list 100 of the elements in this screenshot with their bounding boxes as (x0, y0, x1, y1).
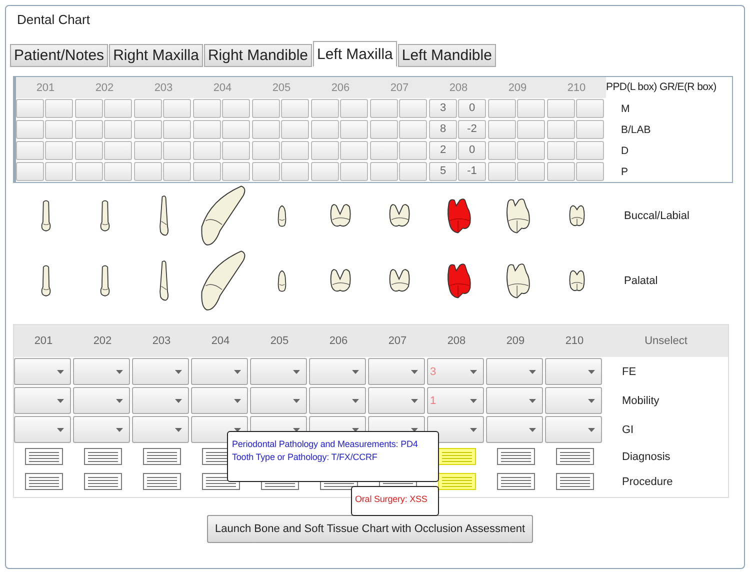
measurement-box[interactable] (134, 141, 162, 160)
measurement-box[interactable] (488, 120, 516, 139)
measurement-box[interactable] (45, 120, 73, 139)
measurement-box[interactable] (104, 141, 132, 160)
measurement-box[interactable]: -2 (458, 120, 486, 139)
measurement-box[interactable] (75, 141, 103, 160)
measurement-box[interactable] (576, 162, 604, 181)
measurement-box[interactable]: 3 (429, 99, 457, 118)
tooth-drawing[interactable] (504, 262, 532, 300)
measurement-box[interactable] (370, 99, 398, 118)
tooth-drawing[interactable] (566, 202, 586, 228)
measurement-box[interactable] (488, 99, 516, 118)
measurement-box[interactable] (75, 162, 103, 181)
tooth-drawing[interactable] (328, 266, 354, 294)
tooth-number[interactable]: 206 (309, 335, 368, 347)
measurement-box[interactable] (16, 162, 44, 181)
measurement-box[interactable] (311, 99, 339, 118)
measurement-box[interactable] (488, 141, 516, 160)
measurement-box[interactable] (163, 141, 191, 160)
measurement-box[interactable] (576, 141, 604, 160)
tooth-number[interactable]: 209 (486, 335, 545, 347)
measurement-box[interactable] (16, 99, 44, 118)
measurement-box[interactable] (252, 162, 280, 181)
measurement-box[interactable] (517, 99, 545, 118)
measurement-box[interactable] (163, 162, 191, 181)
tooth-drawing[interactable] (276, 268, 288, 294)
measurement-box[interactable] (281, 120, 309, 139)
measurement-box[interactable] (311, 141, 339, 160)
measurement-box[interactable] (340, 120, 368, 139)
tab[interactable]: Left Mandible (398, 44, 496, 67)
measurement-box[interactable] (517, 141, 545, 160)
measurement-box[interactable] (281, 162, 309, 181)
measurement-box[interactable] (547, 162, 575, 181)
measurement-box[interactable] (340, 99, 368, 118)
measurement-box[interactable] (281, 99, 309, 118)
measurement-box[interactable]: 2 (429, 141, 457, 160)
measurement-box[interactable] (222, 162, 250, 181)
tooth-number[interactable]: 208 (427, 335, 486, 347)
tooth-number[interactable]: 203 (132, 335, 191, 347)
measurement-box[interactable]: 5 (429, 162, 457, 181)
measurement-box[interactable] (163, 99, 191, 118)
measurement-box[interactable]: -1 (458, 162, 486, 181)
tab[interactable]: Left Maxilla (313, 41, 397, 67)
measurement-box[interactable] (281, 141, 309, 160)
measurement-box[interactable] (340, 162, 368, 181)
tooth-drawing[interactable] (328, 202, 354, 230)
measurement-box[interactable] (311, 120, 339, 139)
tooth-number[interactable]: 205 (250, 335, 309, 347)
measurement-box[interactable] (222, 141, 250, 160)
measurement-box[interactable] (370, 141, 398, 160)
measurement-box[interactable] (340, 141, 368, 160)
tab[interactable]: Right Maxilla (109, 44, 203, 67)
tooth-number[interactable]: 204 (191, 335, 250, 347)
launch-button[interactable]: Launch Bone and Soft Tissue Chart with Occlusion Assessment (207, 515, 533, 543)
measurement-box[interactable] (193, 99, 221, 118)
tooth-number[interactable]: 202 (73, 335, 132, 347)
measurement-box[interactable] (517, 120, 545, 139)
measurement-box[interactable] (16, 141, 44, 160)
measurement-box[interactable] (193, 120, 221, 139)
measurement-box[interactable] (399, 162, 427, 181)
measurement-box[interactable] (399, 141, 427, 160)
measurement-box[interactable] (488, 162, 516, 181)
measurement-box[interactable]: 8 (429, 120, 457, 139)
unselect-link[interactable]: Unselect (604, 335, 728, 347)
measurement-box[interactable] (399, 99, 427, 118)
tooth-number[interactable]: 210 (545, 335, 604, 347)
measurement-box[interactable] (45, 162, 73, 181)
measurement-box[interactable] (222, 120, 250, 139)
measurement-box[interactable] (163, 120, 191, 139)
measurement-box[interactable] (576, 99, 604, 118)
measurement-box[interactable] (252, 141, 280, 160)
measurement-box[interactable] (222, 99, 250, 118)
measurement-box[interactable] (370, 162, 398, 181)
measurement-box[interactable] (576, 120, 604, 139)
tooth-drawing[interactable] (444, 262, 472, 300)
measurement-box[interactable] (75, 99, 103, 118)
measurement-box[interactable] (193, 162, 221, 181)
tooth-number[interactable]: 201 (14, 335, 73, 347)
measurement-box[interactable] (517, 162, 545, 181)
tooth-drawing[interactable] (386, 202, 412, 230)
measurement-box[interactable] (75, 120, 103, 139)
measurement-box[interactable] (134, 99, 162, 118)
measurement-box[interactable] (370, 120, 398, 139)
measurement-box[interactable]: 0 (458, 141, 486, 160)
tab[interactable]: Patient/Notes (10, 44, 108, 67)
measurement-box[interactable] (252, 120, 280, 139)
tooth-drawing[interactable] (504, 196, 532, 234)
tooth-number[interactable]: 207 (368, 335, 427, 347)
measurement-box[interactable] (134, 120, 162, 139)
tooth-drawing[interactable] (566, 268, 586, 294)
tooth-drawing[interactable] (276, 202, 288, 228)
measurement-box[interactable] (311, 162, 339, 181)
measurement-box[interactable] (45, 99, 73, 118)
measurement-box[interactable] (399, 120, 427, 139)
measurement-box[interactable] (134, 162, 162, 181)
measurement-box[interactable] (252, 99, 280, 118)
measurement-box[interactable] (16, 120, 44, 139)
tooth-drawing[interactable] (444, 196, 472, 234)
measurement-box[interactable] (547, 141, 575, 160)
tooth-drawing[interactable] (386, 266, 412, 294)
